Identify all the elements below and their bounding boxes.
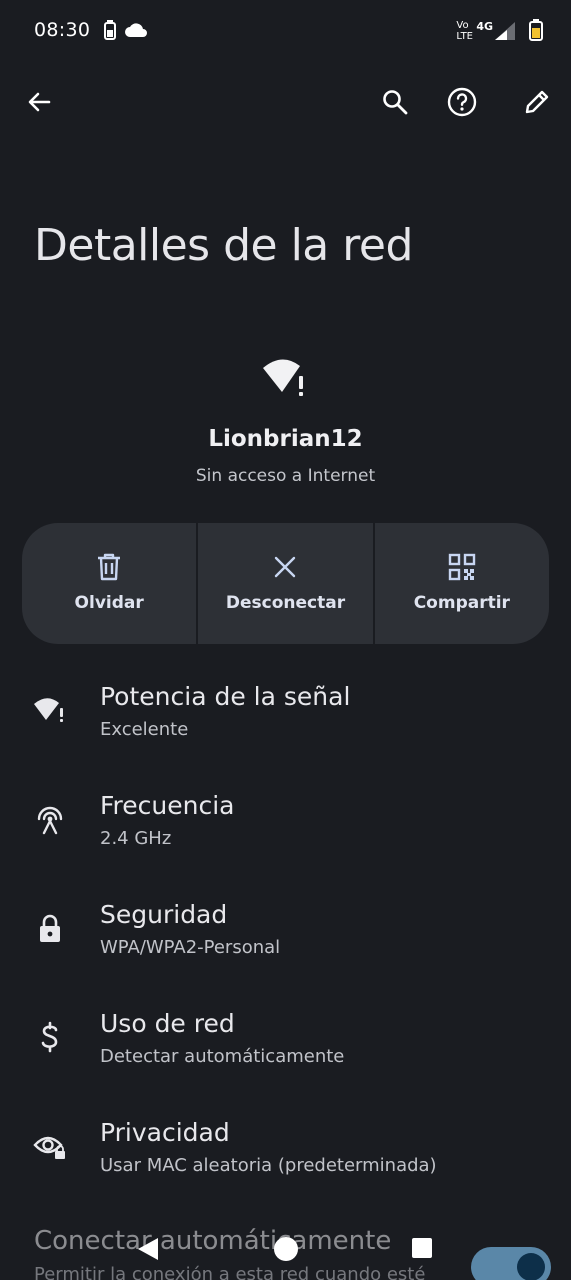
network-type-label: 4G xyxy=(476,20,493,33)
network-details-screen: 08:30 Vo LTE 4G Detalles de la red Lionb… xyxy=(0,0,571,1280)
status-time: 08:30 xyxy=(34,19,91,41)
network-status: Sin acceso a Internet xyxy=(195,466,376,486)
network-name: Lionbrian12 xyxy=(208,426,363,452)
network-usage-row[interactable]: Uso de red Detectar automáticamente xyxy=(0,995,571,1095)
edit-icon xyxy=(525,90,549,114)
trash-icon xyxy=(98,553,121,581)
privacy-value: Usar MAC aleatoria (predeterminada) xyxy=(100,1155,437,1176)
share-button[interactable]: Compartir xyxy=(372,523,549,644)
back-button[interactable] xyxy=(21,84,57,120)
search-button[interactable] xyxy=(377,84,413,120)
frequency-value: 2.4 GHz xyxy=(100,828,172,849)
network-usage-title: Uso de red xyxy=(100,1009,235,1038)
edit-button[interactable] xyxy=(519,84,555,120)
security-value: WPA/WPA2-Personal xyxy=(100,937,281,958)
system-nav-bar xyxy=(0,1222,571,1280)
nav-recents-icon xyxy=(412,1238,432,1258)
disconnect-button[interactable]: Desconectar xyxy=(196,523,372,644)
forget-label: Olvidar xyxy=(74,593,144,613)
security-title: Seguridad xyxy=(100,900,228,929)
nav-recents-button[interactable] xyxy=(411,1237,433,1263)
volte-bottom-label: LTE xyxy=(456,31,473,42)
help-icon xyxy=(447,87,477,117)
signal-strength-row[interactable]: Potencia de la señal Excelente xyxy=(0,668,571,768)
volte-top-label: Vo xyxy=(456,20,469,31)
privacy-title: Privacidad xyxy=(100,1118,230,1147)
lock-icon xyxy=(32,910,68,946)
frequency-title: Frecuencia xyxy=(100,791,235,820)
eye-lock-icon xyxy=(32,1128,68,1164)
close-icon xyxy=(275,556,296,578)
signal-icon xyxy=(495,22,515,44)
signal-strength-value: Excelente xyxy=(100,719,189,740)
battery-saver-icon xyxy=(104,20,116,44)
signal-strength-title: Potencia de la señal xyxy=(100,682,351,711)
arrow-back-icon xyxy=(28,92,51,112)
cloud-icon xyxy=(125,22,147,42)
nav-home-button[interactable] xyxy=(273,1236,299,1266)
nav-back-button[interactable] xyxy=(136,1236,160,1266)
qr-code-icon xyxy=(448,553,476,581)
privacy-row[interactable]: Privacidad Usar MAC aleatoria (predeterm… xyxy=(0,1104,571,1204)
status-bar: 08:30 Vo LTE 4G xyxy=(0,0,571,62)
disconnect-label: Desconectar xyxy=(225,593,346,613)
share-label: Compartir xyxy=(413,593,510,613)
network-usage-value: Detectar automáticamente xyxy=(100,1046,345,1067)
page-title: Detalles de la red xyxy=(34,220,413,271)
help-button[interactable] xyxy=(444,84,480,120)
battery-icon xyxy=(529,19,543,45)
nav-back-icon xyxy=(138,1238,158,1260)
antenna-icon xyxy=(32,801,68,837)
wifi-alert-icon xyxy=(32,692,68,728)
forget-button[interactable]: Olvidar xyxy=(22,523,196,644)
network-actions: Olvidar Desconectar Compartir xyxy=(22,523,549,644)
frequency-row[interactable]: Frecuencia 2.4 GHz xyxy=(0,777,571,877)
search-icon xyxy=(383,90,408,115)
dollar-icon xyxy=(32,1019,68,1055)
wifi-alert-icon xyxy=(260,356,310,402)
security-row[interactable]: Seguridad WPA/WPA2-Personal xyxy=(0,886,571,986)
nav-home-icon xyxy=(274,1237,298,1261)
volte-indicator: Vo LTE xyxy=(456,20,473,42)
